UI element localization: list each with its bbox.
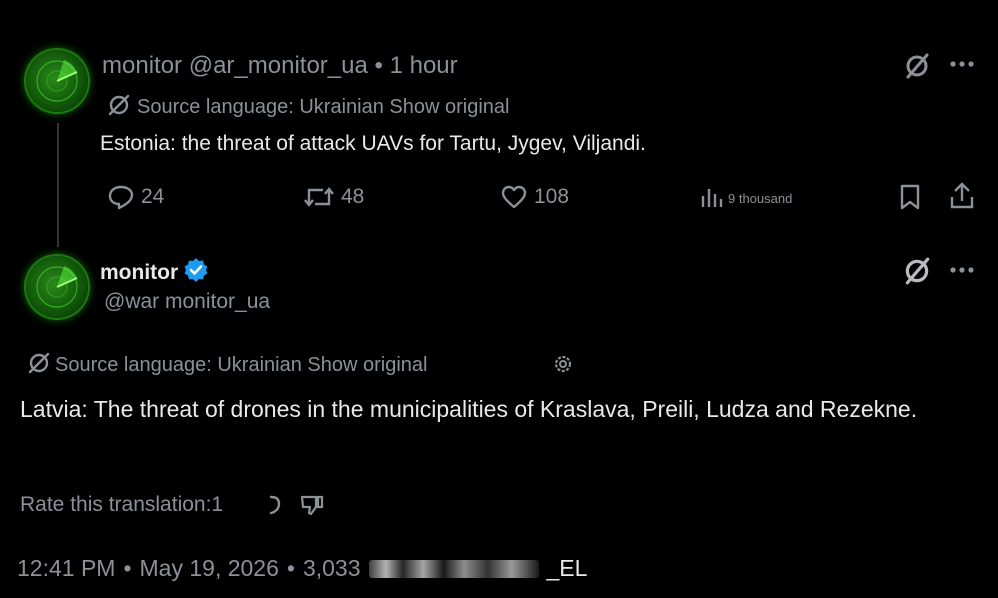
post2-text: Latvia: The threat of drones in the muni… <box>20 396 918 422</box>
post2-display-name[interactable]: monitor <box>100 261 178 285</box>
radar-icon <box>36 266 78 308</box>
post2-handle[interactable]: @war monitor_ua <box>104 290 270 314</box>
thumbs-down-icon[interactable] <box>299 493 325 517</box>
post1-display-name[interactable]: monitor <box>102 52 182 79</box>
reply-button[interactable]: 24 <box>107 184 164 210</box>
avatar[interactable] <box>26 256 88 318</box>
footer-date[interactable]: May 19, 2026 <box>140 555 279 582</box>
grok-icon[interactable] <box>900 256 934 286</box>
watermark-image <box>368 559 539 578</box>
analytics-icon <box>701 189 723 207</box>
like-button[interactable]: 108 <box>500 184 569 210</box>
post1-source-language-label[interactable]: Source language: Ukrainian Show original <box>137 96 509 119</box>
footer-views: 3,033 <box>302 555 361 581</box>
translate-icon <box>27 351 51 380</box>
translate-icon <box>107 93 131 122</box>
rate-translation-label: Rate this translation:1 <box>20 493 224 516</box>
post1-source-language: Source language: Ukrainian Show original <box>107 93 509 122</box>
thread-line <box>57 123 59 247</box>
views-count: 9 thousand <box>728 190 793 206</box>
avatar[interactable] <box>26 50 88 112</box>
post1-separator: • <box>374 52 383 79</box>
repost-count: 48 <box>341 185 365 208</box>
post1-handle[interactable]: @ar_monitor_ua <box>189 52 368 79</box>
watermark-text: _EL <box>546 555 588 581</box>
post2-source-language-label[interactable]: Source language: Ukrainian Show original <box>55 354 427 377</box>
thumbs-up-icon[interactable] <box>267 494 285 516</box>
reply-count: 24 <box>141 185 165 208</box>
grok-icon[interactable] <box>900 51 934 81</box>
verified-badge-icon <box>182 256 210 289</box>
footer-separator: • <box>286 555 295 581</box>
more-options-icon[interactable] <box>944 258 980 282</box>
footer-separator: • <box>123 555 132 581</box>
post2-source-language: Source language: Ukrainian Show original <box>27 351 427 380</box>
post2-name-row: monitor <box>100 256 210 289</box>
repost-icon <box>304 187 334 207</box>
repost-button[interactable]: 48 <box>303 184 364 210</box>
rate-translation: Rate this translation:1 <box>20 493 325 517</box>
footer-time[interactable]: 12:41 PM <box>17 555 115 582</box>
share-icon[interactable] <box>946 180 978 212</box>
more-options-icon[interactable] <box>944 52 980 76</box>
post1-text: Estonia: the threat of attack UAVs for T… <box>100 132 646 155</box>
radar-icon <box>36 60 78 102</box>
bookmark-icon[interactable] <box>896 182 924 212</box>
views-button[interactable]: 9 thousand <box>700 186 792 210</box>
post1-timestamp[interactable]: 1 hour <box>390 52 458 79</box>
reply-icon <box>108 185 134 210</box>
post1-header: monitor @ar_monitor_ua • 1 hour <box>102 52 458 80</box>
heart-icon <box>501 185 527 209</box>
like-count: 108 <box>534 185 570 208</box>
gear-icon[interactable] <box>550 351 576 377</box>
post2-footer: 12:41 PM • May 19, 2026 • 3,033 _EL <box>17 555 587 582</box>
